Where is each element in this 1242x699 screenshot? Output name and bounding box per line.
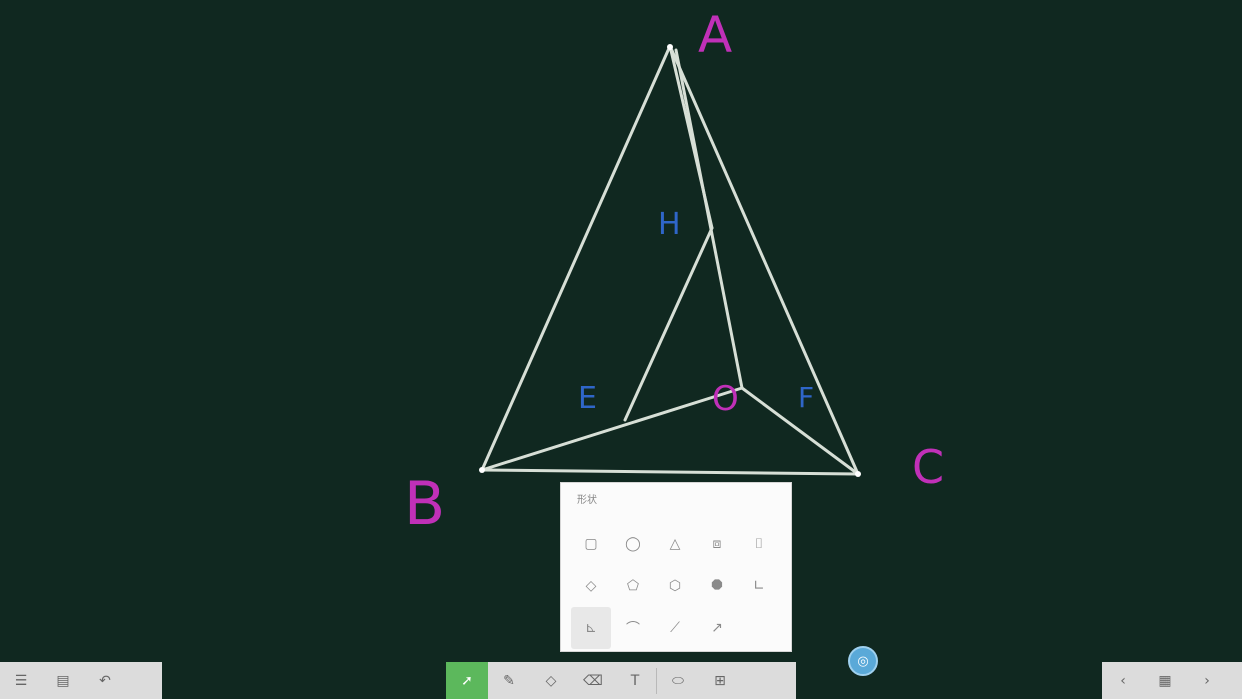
edge-b-c bbox=[480, 468, 860, 476]
pen-icon[interactable]: ✎ bbox=[488, 662, 530, 699]
label-vertex-b: B bbox=[404, 469, 446, 539]
eraser-icon[interactable]: ⌫ bbox=[572, 662, 614, 699]
hexagon-icon[interactable]: ⬡ bbox=[655, 565, 695, 607]
undo-icon[interactable]: ↶ bbox=[84, 662, 126, 699]
shape-picker-panel: 形状 ▢ ◯ △ ⧈ ⌷ ◇ ⬠ ⬡ ⯃ ∟ ⊾ ⌒ ⟋ ↗ bbox=[560, 482, 792, 652]
previous-page-icon[interactable]: ‹ bbox=[1102, 662, 1144, 699]
arc-icon[interactable]: ⌒ bbox=[613, 607, 653, 649]
lasso-icon[interactable]: ⬭ bbox=[657, 662, 699, 699]
shape-grid: ▢ ◯ △ ⧈ ⌷ ◇ ⬠ ⬡ ⯃ ∟ ⊾ ⌒ ⟋ ↗ bbox=[571, 523, 781, 649]
shape-icon[interactable]: ◇ bbox=[530, 662, 572, 699]
label-vertex-c: C bbox=[912, 440, 945, 494]
label-point-f: F bbox=[798, 381, 815, 414]
left-toolbar: ☰ ▤ ↶ bbox=[0, 662, 162, 699]
right-angle-icon[interactable]: ∟ bbox=[739, 565, 779, 607]
cylinder-icon[interactable]: ⌷ bbox=[739, 523, 779, 565]
shape-panel-title: 形状 bbox=[577, 495, 597, 506]
main-toolbar: ➚ ✎ ◇ ⌫ T ⬭ ⊞ bbox=[446, 662, 796, 699]
next-page-icon[interactable]: › bbox=[1186, 662, 1228, 699]
axis-icon[interactable]: ⊾ bbox=[571, 607, 611, 649]
line-icon[interactable]: ⟋ bbox=[655, 607, 695, 649]
square-outline-icon[interactable]: ▢ bbox=[571, 523, 611, 565]
arrow-line-icon[interactable]: ↗ bbox=[697, 607, 737, 649]
edge-h-e bbox=[623, 226, 714, 422]
circle-outline-icon[interactable]: ◯ bbox=[613, 523, 653, 565]
edge-b-o bbox=[480, 386, 744, 472]
label-point-o: O bbox=[712, 379, 739, 419]
page-toolbar: ‹ ▦ › bbox=[1102, 662, 1242, 699]
floating-assistant-button[interactable]: ◎ bbox=[848, 646, 878, 676]
page-icon[interactable]: ▤ bbox=[42, 662, 84, 699]
label-point-e: E bbox=[578, 381, 597, 416]
pentagon-icon[interactable]: ⬠ bbox=[613, 565, 653, 607]
label-point-h: H bbox=[658, 207, 681, 242]
triangle-outline-icon[interactable]: △ bbox=[655, 523, 695, 565]
vertex-c-dot bbox=[855, 471, 861, 477]
pointer-icon[interactable]: ➚ bbox=[446, 662, 488, 699]
vertex-b-dot bbox=[479, 467, 485, 473]
diamond-icon[interactable]: ◇ bbox=[571, 565, 611, 607]
cube-icon[interactable]: ⧈ bbox=[697, 523, 737, 565]
vertex-a-dot bbox=[667, 44, 673, 50]
page-list-icon[interactable]: ▦ bbox=[1144, 662, 1186, 699]
menu-icon[interactable]: ☰ bbox=[0, 662, 42, 699]
edge-a-o bbox=[674, 48, 744, 390]
text-icon[interactable]: T bbox=[614, 662, 656, 699]
octagon-icon[interactable]: ⯃ bbox=[697, 565, 737, 607]
insert-icon[interactable]: ⊞ bbox=[699, 662, 741, 699]
edge-a-b bbox=[480, 44, 672, 472]
label-vertex-a: A bbox=[698, 6, 733, 64]
